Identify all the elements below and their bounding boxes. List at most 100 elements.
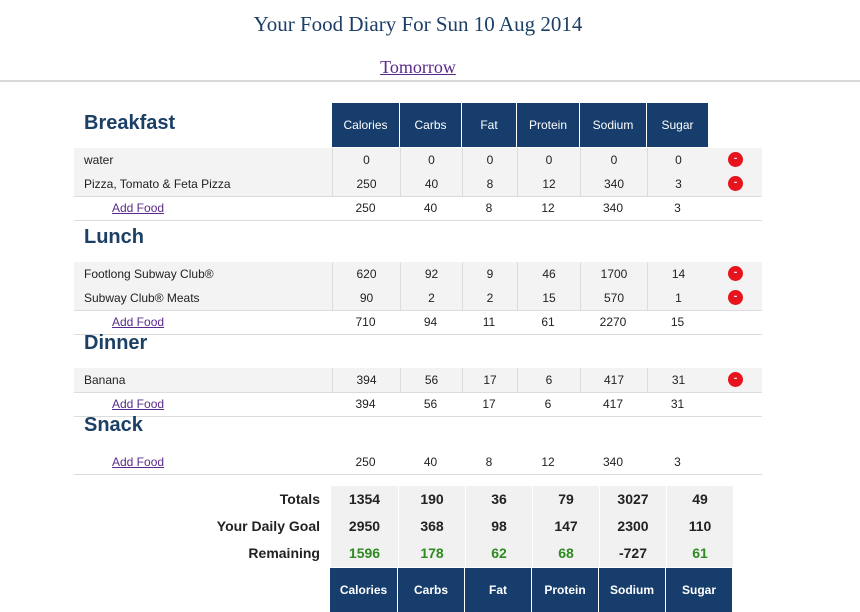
food-value-carbs: 92 bbox=[400, 262, 462, 286]
footer-header-protein: Protein bbox=[532, 568, 598, 612]
food-name: water bbox=[84, 153, 114, 167]
footer-header-fat: Fat bbox=[465, 568, 531, 612]
summary-value-carbs: 368 bbox=[398, 513, 465, 540]
food-value-fat: 8 bbox=[462, 172, 517, 196]
food-value-sodium: 417 bbox=[580, 368, 647, 392]
delete-food-button[interactable]: - bbox=[728, 266, 743, 281]
subtotal-protein: 12 bbox=[541, 455, 555, 469]
subtotal-carbs: 40 bbox=[423, 201, 438, 215]
food-value-protein: 46 bbox=[517, 262, 580, 286]
subtotal-sugar: 31 bbox=[670, 397, 685, 411]
subtotal-row: Add Food 394 56 17 6 417 31 bbox=[74, 392, 762, 417]
food-value-carbs: 40 bbox=[400, 172, 462, 196]
summary-value-calories: 2950 bbox=[330, 513, 398, 540]
col-header-sodium: Sodium bbox=[580, 103, 646, 147]
col-header-sugar: Sugar bbox=[647, 103, 708, 147]
food-row: Banana 394 56 17 6 417 31 - bbox=[74, 368, 762, 393]
summary-value-carbs: 178 bbox=[398, 540, 465, 567]
food-value-calories: 250 bbox=[332, 172, 400, 196]
summary-label: Totals bbox=[279, 491, 320, 507]
summary-value-protein: 79 bbox=[532, 486, 599, 513]
food-name: Footlong Subway Club® bbox=[84, 267, 214, 281]
summary-label: Your Daily Goal bbox=[216, 518, 320, 534]
food-value-calories: 0 bbox=[332, 148, 400, 172]
food-value-sodium: 570 bbox=[580, 286, 647, 310]
subtotal-sodium: 2270 bbox=[599, 315, 627, 329]
food-name: Banana bbox=[84, 373, 126, 387]
food-value-fat: 0 bbox=[462, 148, 517, 172]
subtotal-protein: 12 bbox=[541, 201, 555, 215]
food-value-carbs: 56 bbox=[400, 368, 462, 392]
subtotal-sodium: 417 bbox=[602, 397, 624, 411]
food-name: Subway Club® Meats bbox=[84, 291, 200, 305]
subtotal-calories: 250 bbox=[355, 455, 376, 469]
add-food-link[interactable]: Add Food bbox=[112, 310, 164, 334]
subtotal-fat: 17 bbox=[482, 397, 496, 411]
subtotal-protein: 6 bbox=[544, 397, 552, 411]
summary-value-sodium: -727 bbox=[599, 540, 666, 567]
tomorrow-link[interactable]: Tomorrow bbox=[380, 57, 456, 77]
meal-title-snack: Snack bbox=[84, 414, 143, 436]
summary-value-sodium: 2300 bbox=[599, 513, 666, 540]
subtotal-sodium: 340 bbox=[602, 201, 624, 215]
subtotal-carbs: 56 bbox=[423, 397, 438, 411]
food-row: Subway Club® Meats 90 2 2 15 570 1- bbox=[74, 286, 762, 311]
page-title: Your Food Diary For Sun 10 Aug 2014 bbox=[253, 12, 583, 36]
footer-header-calories: Calories bbox=[330, 568, 397, 612]
divider bbox=[0, 80, 860, 82]
col-header-protein: Protein bbox=[517, 103, 579, 147]
food-value-carbs: 2 bbox=[400, 286, 462, 310]
summary-value-fat: 62 bbox=[465, 540, 532, 567]
delete-food-button[interactable]: - bbox=[728, 152, 743, 167]
add-food-link[interactable]: Add Food bbox=[112, 450, 164, 474]
food-value-sugar: 31 bbox=[647, 368, 709, 392]
summary-value-sugar: 49 bbox=[666, 486, 733, 513]
subtotal-protein: 61 bbox=[541, 315, 555, 329]
food-value-sugar: 14 bbox=[647, 262, 709, 286]
food-value-protein: 12 bbox=[517, 172, 580, 196]
delete-food-button[interactable]: - bbox=[728, 290, 743, 305]
subtotal-carbs: 94 bbox=[423, 315, 438, 329]
food-value-calories: 620 bbox=[332, 262, 400, 286]
footer-header-sugar: Sugar bbox=[666, 568, 732, 612]
summary-value-sugar: 61 bbox=[666, 540, 733, 567]
delete-food-button[interactable]: - bbox=[728, 372, 743, 387]
meal-title-lunch: Lunch bbox=[84, 226, 144, 248]
subtotal-carbs: 40 bbox=[423, 455, 438, 469]
food-row: water 0 0 0 0 0 0- bbox=[74, 148, 762, 173]
summary-value-fat: 98 bbox=[465, 513, 532, 540]
summary-value-protein: 147 bbox=[532, 513, 599, 540]
delete-food-button[interactable]: - bbox=[728, 176, 743, 191]
food-value-protein: 15 bbox=[517, 286, 580, 310]
col-header-fat: Fat bbox=[462, 103, 516, 147]
subtotal-sodium: 340 bbox=[602, 455, 624, 469]
subtotal-sugar: 15 bbox=[670, 315, 685, 329]
food-value-sodium: 1700 bbox=[580, 262, 647, 286]
subtotal-calories: 250 bbox=[355, 201, 376, 215]
meal-title-breakfast: Breakfast bbox=[84, 112, 176, 134]
subtotal-row: Add Food 250 40 8 12 340 3 bbox=[74, 196, 762, 221]
subtotal-calories: 710 bbox=[355, 315, 376, 329]
food-value-sugar: 1 bbox=[647, 286, 709, 310]
subtotal-fat: 8 bbox=[485, 455, 493, 469]
summary-value-sodium: 3027 bbox=[599, 486, 666, 513]
subtotal-fat: 11 bbox=[482, 315, 496, 329]
subtotal-sugar: 3 bbox=[674, 455, 681, 469]
summary-value-calories: 1596 bbox=[330, 540, 398, 567]
food-value-sugar: 3 bbox=[647, 172, 709, 196]
food-value-carbs: 0 bbox=[400, 148, 462, 172]
subtotal-row: Add Food 710 94 11 61 2270 15 bbox=[74, 310, 762, 335]
day-nav: Tomorrow bbox=[0, 57, 836, 78]
food-row: Pizza, Tomato & Feta Pizza 250 40 8 12 340 3 - bbox=[74, 172, 762, 197]
food-value-fat: 17 bbox=[462, 368, 517, 392]
summary-label: Remaining bbox=[248, 545, 320, 561]
subtotal-row: Add Food 250 40 8 12 340 3 bbox=[74, 450, 762, 475]
food-value-sugar: 0 bbox=[647, 148, 709, 172]
summary-value-carbs: 190 bbox=[398, 486, 465, 513]
add-food-link[interactable]: Add Food bbox=[112, 392, 164, 416]
add-food-link[interactable]: Add Food bbox=[112, 196, 164, 220]
footer-header-carbs: Carbs bbox=[398, 568, 464, 612]
subtotal-sugar: 3 bbox=[674, 201, 681, 215]
food-value-protein: 6 bbox=[517, 368, 580, 392]
meal-title-dinner: Dinner bbox=[84, 332, 148, 354]
